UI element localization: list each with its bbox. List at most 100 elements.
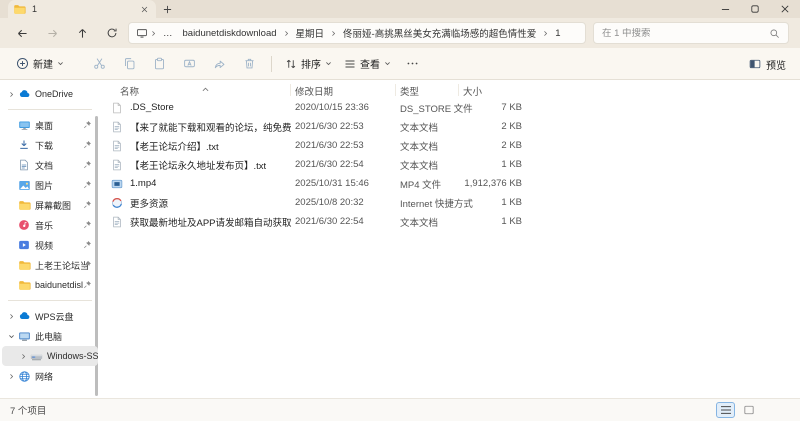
sidebar-item[interactable]: OneDrive [2, 84, 98, 104]
column-header-type[interactable]: 类型 [400, 84, 419, 98]
file-name-text: 【老王论坛介绍】.txt [130, 141, 219, 153]
chevron-right-icon[interactable] [18, 353, 28, 360]
sidebar-item[interactable]: 文档 [2, 155, 98, 175]
delete-button[interactable] [235, 52, 263, 76]
forward-button[interactable] [44, 25, 60, 41]
chevron-right-icon[interactable] [6, 313, 16, 320]
file-date: 2021/6/30 22:54 [295, 159, 364, 170]
breadcrumb-item[interactable]: 星期日 [291, 26, 330, 40]
file-type: 文本文档 [400, 122, 439, 134]
pin-icon [83, 160, 93, 170]
cloud-icon [16, 308, 32, 324]
sidebar-item-label: 网络 [35, 371, 54, 382]
sidebar-item[interactable]: Windows-SSD [2, 346, 98, 366]
breadcrumb-item[interactable]: 1 [550, 28, 565, 39]
file-row[interactable]: 更多资源 2025/10/8 20:32 Internet 快捷方式 1 KB [100, 193, 800, 212]
rename-button[interactable] [175, 52, 203, 76]
column-header-date[interactable]: 修改日期 [295, 84, 333, 98]
maximize-button[interactable] [740, 0, 770, 18]
copy-button[interactable] [115, 52, 143, 76]
new-tab-button[interactable] [156, 0, 178, 18]
file-row[interactable]: .DS_Store 2020/10/15 23:36 DS_STORE 文件 7 KB [100, 98, 800, 117]
file-type: MP4 文件 [400, 179, 442, 191]
folder-icon [16, 277, 32, 293]
search-input[interactable] [602, 27, 769, 39]
column-header-name[interactable]: 名称 [120, 84, 139, 98]
sidebar-item-label: 视频 [35, 240, 54, 251]
preview-button[interactable]: 预览 [749, 48, 786, 80]
icons-view-button[interactable] [739, 402, 758, 418]
sidebar-item[interactable]: 桌面 [2, 115, 98, 135]
breadcrumb-ellipsis[interactable]: … [158, 28, 178, 39]
sidebar-item[interactable]: WPS云盘 [2, 306, 98, 326]
chevron-right-icon[interactable] [6, 373, 16, 380]
pin-icon [83, 180, 93, 190]
file-date: 2020/10/15 23:36 [295, 102, 369, 113]
internet-shortcut-icon [110, 196, 124, 210]
file-row[interactable]: 【来了就能下载和观看的论坛，纯免费！】.txt2021/6/30 22:53 文本… [100, 117, 800, 136]
sidebar-item[interactable]: 屏幕截图 [2, 195, 98, 215]
file-row[interactable]: 【老王论坛永久地址发布页】.txt 2021/6/30 22:54 文本文档 1 KB [100, 155, 800, 174]
pin-icon [83, 220, 93, 230]
new-button[interactable]: 新建 [10, 52, 70, 75]
sidebar-item[interactable]: baidunetdisl [2, 275, 98, 295]
file-row[interactable]: 【老王论坛介绍】.txt 2021/6/30 22:53 文本文档 2 KB [100, 136, 800, 155]
breadcrumb[interactable]: … baidunetdiskdownload 星期日 佟丽娅-高挑黑丝美女充满临场感的… [128, 22, 586, 44]
sidebar-item[interactable]: 上老王论坛当 [2, 255, 98, 275]
file-row[interactable]: 1.mp4 2025/10/31 15:46 MP4 文件 1,912,376 KB [100, 174, 800, 193]
paste-button[interactable] [145, 52, 173, 76]
sort-button[interactable]: 排序 [279, 52, 338, 75]
chevron-right-icon [149, 30, 158, 37]
breadcrumb-item[interactable]: baidunetdiskdownload [178, 28, 282, 39]
chevron-down-icon[interactable] [6, 333, 16, 340]
sidebar-item[interactable]: 图片 [2, 175, 98, 195]
close-button[interactable] [770, 0, 800, 18]
file-row[interactable]: 获取最新地址及APP请发邮箱自动获取.txt 2021/6/30 22:54 文本文… [100, 212, 800, 231]
file-date: 2025/10/31 15:46 [295, 178, 369, 189]
doc-text-icon [110, 120, 124, 134]
back-button[interactable] [14, 25, 30, 41]
file-name: 获取最新地址及APP请发邮箱自动获取.txt [110, 212, 292, 231]
desktop-icon [16, 117, 32, 133]
chevron-right-icon[interactable] [6, 91, 16, 98]
details-view-button[interactable] [716, 402, 735, 418]
up-button[interactable] [74, 25, 90, 41]
sidebar-item-label: Windows-SSD [47, 351, 98, 361]
file-type: 文本文档 [400, 217, 439, 229]
file-list: 名称 修改日期 类型 大小 .DS_Store 2020/10/15 23:36 D… [100, 80, 800, 398]
drive-icon [28, 348, 44, 364]
sidebar-item[interactable]: 视频 [2, 235, 98, 255]
view-button[interactable]: 查看 [338, 52, 397, 75]
preview-pane-icon [749, 58, 761, 70]
new-button-label: 新建 [33, 60, 53, 71]
sidebar-item-label: 音乐 [35, 220, 54, 231]
computer-icon [135, 27, 149, 39]
file-name-text: 获取最新地址及APP请发邮箱自动获取.txt [130, 217, 292, 229]
tab-title: 1 [32, 4, 38, 14]
sidebar-item-label: 下载 [35, 140, 54, 151]
more-options-button[interactable] [398, 52, 426, 76]
explorer-tab[interactable]: 1 [8, 0, 156, 18]
sidebar-item[interactable]: 音乐 [2, 215, 98, 235]
cut-button[interactable] [85, 52, 113, 76]
doc-blank-icon [110, 101, 124, 115]
chevron-down-icon [325, 60, 332, 67]
sidebar-item[interactable]: 下载 [2, 135, 98, 155]
doc-text-icon [110, 215, 124, 229]
chevron-right-icon [541, 30, 550, 37]
share-button[interactable] [205, 52, 233, 76]
sidebar-item[interactable]: 网络 [2, 366, 98, 386]
breadcrumb-item[interactable]: 佟丽娅-高挑黑丝美女充满临场感的超色情性爱 [338, 26, 541, 40]
file-name-text: 1.mp4 [130, 178, 157, 189]
tab-close-icon[interactable] [137, 3, 151, 16]
main-area: OneDrive 桌面下载文档 图片 屏幕截图音乐视频上老王论坛当 baidunetdi… [0, 80, 800, 398]
sidebar-divider [8, 109, 92, 110]
file-name-text: 【老王论坛永久地址发布页】.txt [130, 160, 267, 172]
sidebar-item-label: 上老王论坛当 [35, 260, 90, 271]
tab-bar: 1 [0, 0, 800, 18]
minimize-button[interactable] [710, 0, 740, 18]
sidebar-item[interactable]: 此电脑 [2, 326, 98, 346]
column-header-size[interactable]: 大小 [463, 84, 482, 98]
refresh-button[interactable] [104, 25, 120, 41]
doc-text-icon [110, 158, 124, 172]
